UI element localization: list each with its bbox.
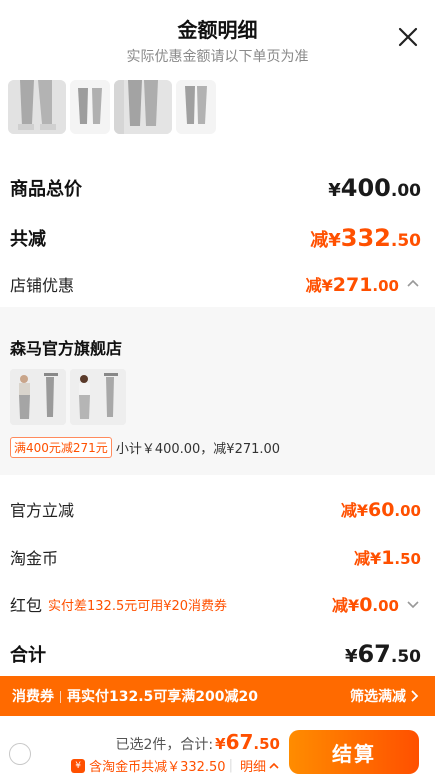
taojinbi-row: 淘金币 减¥ 1.50 xyxy=(10,545,421,569)
shop-discount-panel: 森马官方旗舰店 满400元减271元 小计￥400.00，减¥271.00 xyxy=(0,307,435,475)
total-label: 合计 xyxy=(10,645,46,666)
taojinbi-amount: 减¥ 1.50 xyxy=(354,547,421,569)
total-discount-label: 共减 xyxy=(10,229,46,250)
checkout-bar: 已选2件，合计: ¥67.50 ¥ 含淘金币共减￥332.50 | 明细 结算 xyxy=(0,716,435,783)
product-image xyxy=(70,80,110,134)
shop-name: 森马官方旗舰店 xyxy=(10,339,123,358)
page-title: 金额明细 xyxy=(177,18,258,42)
voucher-banner[interactable]: 消费券 再实付132.5可享满200减20 筛选满减 xyxy=(0,676,435,716)
goods-total-amount: ¥400.00 xyxy=(328,174,421,202)
promo-tag: 满400元减271元 xyxy=(10,437,112,458)
coin-discount-summary: ¥ 含淘金币共减￥332.50 | 明细 xyxy=(71,756,280,775)
detail-toggle[interactable]: 明细 xyxy=(240,756,280,775)
selected-summary: 已选2件，合计: ¥67.50 xyxy=(115,730,280,754)
total-row: 合计 ¥67.50 xyxy=(10,640,421,668)
store-discount-row[interactable]: 店铺优惠 减¥ 271.00 xyxy=(10,272,421,296)
red-packet-label: 红包 xyxy=(10,596,43,615)
shop-promo: 满400元减271元 小计￥400.00，减¥271.00 xyxy=(10,437,280,458)
official-discount-row: 官方立减 减¥ 60.00 xyxy=(10,497,421,521)
filter-full-reduction-link[interactable]: 筛选满减 xyxy=(350,686,421,706)
product-image xyxy=(176,80,216,134)
total-amount: ¥67.50 xyxy=(344,640,421,668)
goods-total-row: 商品总价 ¥400.00 xyxy=(10,174,421,202)
shop-product-thumbnails xyxy=(10,369,310,429)
product-image[interactable] xyxy=(10,369,66,425)
promo-text: 小计￥400.00，减¥271.00 xyxy=(115,442,281,457)
taojinbi-label: 淘金币 xyxy=(10,549,59,568)
chevron-right-icon xyxy=(411,690,419,702)
header: 金额明细 实际优惠金额请以下单页为准 xyxy=(0,0,435,74)
product-image xyxy=(114,80,172,134)
checkout-button[interactable]: 结算 xyxy=(289,730,419,774)
store-discount-label: 店铺优惠 xyxy=(10,276,75,295)
chevron-down-icon[interactable] xyxy=(405,596,421,612)
chevron-up-icon[interactable] xyxy=(405,276,421,292)
divider xyxy=(60,691,61,703)
total-discount-amount: 减¥ 332.50 xyxy=(310,224,421,252)
goods-total-label: 商品总价 xyxy=(10,179,82,200)
close-icon[interactable] xyxy=(395,24,421,50)
checkout-total: ¥67.50 xyxy=(215,730,280,754)
select-all-checkbox[interactable] xyxy=(9,743,31,765)
product-image[interactable] xyxy=(70,369,126,425)
official-discount-label: 官方立减 xyxy=(10,501,75,520)
red-packet-row[interactable]: 红包 实付差132.5元可用¥20消费券 减¥ 0.00 xyxy=(10,592,421,616)
official-discount-amount: 减¥ 60.00 xyxy=(340,499,421,521)
voucher-banner-text: 消费券 再实付132.5可享满200减20 xyxy=(12,689,258,705)
product-image xyxy=(8,80,66,134)
total-discount-row: 共减 减¥ 332.50 xyxy=(10,224,421,252)
product-thumbnails xyxy=(8,80,428,136)
chevron-up-icon xyxy=(269,762,279,769)
red-packet-hint: 实付差132.5元可用¥20消费券 xyxy=(48,598,228,614)
store-discount-amount: 减¥ 271.00 xyxy=(305,274,399,296)
coin-icon: ¥ xyxy=(71,758,86,773)
red-packet-amount: 减¥ 0.00 xyxy=(332,594,399,616)
page-subtitle: 实际优惠金额请以下单页为准 xyxy=(126,49,309,65)
